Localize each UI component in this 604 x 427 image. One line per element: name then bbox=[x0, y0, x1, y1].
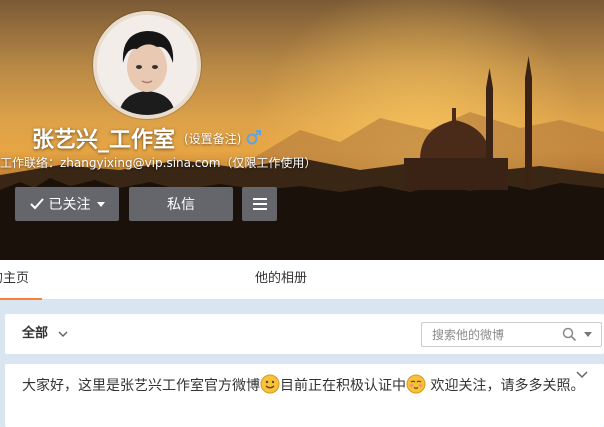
message-button-label: 私信 bbox=[167, 197, 195, 213]
more-menu-button[interactable] bbox=[242, 187, 277, 221]
avatar-photo bbox=[97, 15, 197, 115]
filter-all-dropdown[interactable]: 全部 bbox=[22, 314, 48, 354]
feed-post: 大家好，这里是张艺兴工作室官方微博 目前正在积极认证中 欢迎关注，请多多关照。 bbox=[5, 364, 604, 427]
cover-banner: 张艺兴_工作室 (设置备注) 工作联络：zhangyixing@vip.sina… bbox=[0, 0, 604, 260]
message-button[interactable]: 私信 bbox=[129, 187, 233, 221]
feed-search-box bbox=[421, 322, 602, 347]
check-icon bbox=[29, 198, 44, 210]
set-remark-link[interactable]: (设置备注) bbox=[184, 130, 241, 147]
feed-filter-bar: 全部 bbox=[5, 314, 604, 354]
male-icon bbox=[246, 130, 261, 145]
tab-album-label: 他的相册 bbox=[255, 271, 308, 286]
menu-icon bbox=[252, 198, 267, 210]
post-text-part2: 目前正在积极认证中 bbox=[280, 378, 406, 394]
shy-emoji-icon bbox=[406, 374, 426, 394]
post-menu-chevron-icon[interactable] bbox=[575, 370, 589, 380]
profile-name-row: 张艺兴_工作室 (设置备注) bbox=[0, 122, 604, 153]
caret-down-icon bbox=[96, 201, 105, 207]
avatar[interactable] bbox=[93, 11, 201, 119]
post-text-part1: 大家好，这里是张艺兴工作室官方微博 bbox=[22, 378, 260, 394]
following-button[interactable]: 已关注 bbox=[15, 187, 119, 221]
smile-emoji-icon bbox=[260, 374, 280, 394]
post-text: 大家好，这里是张艺兴工作室官方微博 目前正在积极认证中 欢迎关注，请多多关照。 bbox=[22, 374, 597, 398]
tab-home[interactable]: 的主页 bbox=[0, 260, 42, 300]
feed-search-input[interactable] bbox=[422, 323, 558, 346]
profile-contact: 工作联络：zhangyixing@vip.sina.com（仅限工作使用） bbox=[0, 156, 317, 170]
following-button-label: 已关注 bbox=[48, 197, 91, 213]
search-options-caret-icon[interactable] bbox=[584, 332, 592, 337]
profile-tabs: 的主页 他的相册 bbox=[0, 260, 604, 300]
search-icon[interactable] bbox=[562, 327, 577, 342]
tab-home-label: 的主页 bbox=[0, 271, 30, 286]
chevron-down-icon[interactable] bbox=[57, 329, 69, 339]
tab-album[interactable]: 他的相册 bbox=[255, 260, 307, 300]
profile-name: 张艺兴_工作室 bbox=[32, 128, 176, 153]
post-text-part3: 欢迎关注，请多多关照。 bbox=[426, 378, 585, 394]
